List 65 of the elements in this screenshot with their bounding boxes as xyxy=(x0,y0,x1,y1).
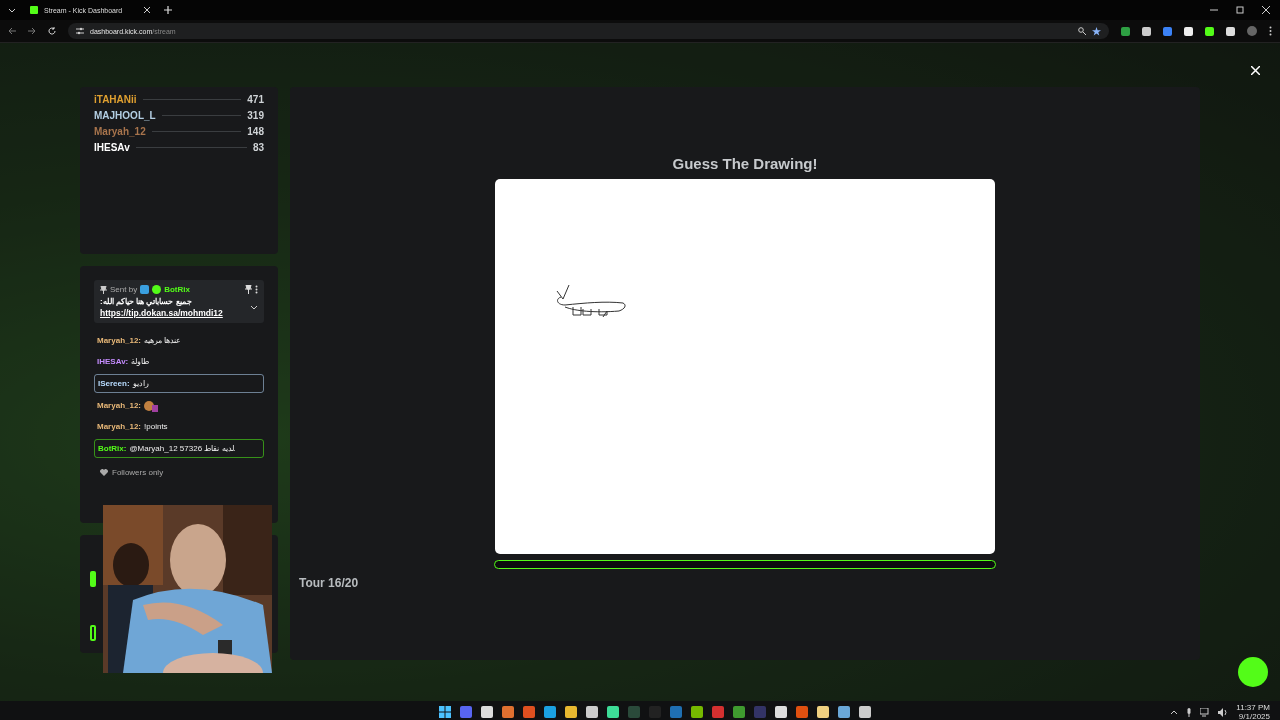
chat-message: Maryah_12: xyxy=(94,397,264,414)
taskbar-app-icon[interactable] xyxy=(775,706,788,718)
game-title: Guess The Drawing! xyxy=(672,155,818,174)
tip-link[interactable]: https://tip.dokan.sa/mohmdi12 xyxy=(100,308,246,318)
site-icon xyxy=(30,6,38,14)
speaker-icon[interactable] xyxy=(1218,707,1229,717)
support-button[interactable] xyxy=(1238,657,1268,687)
player-name: Maryah_12 xyxy=(94,125,146,137)
close-icon[interactable] xyxy=(144,7,150,13)
pinned-text: جمبع حساباتي هنا حياكم الله: xyxy=(100,297,193,306)
player-score: 471 xyxy=(247,93,264,105)
taskbar-app-icon[interactable] xyxy=(607,706,620,718)
pin-icon xyxy=(100,285,107,294)
player-name: iTAHANii xyxy=(94,93,137,105)
close-button[interactable] xyxy=(1251,63,1260,78)
player-score: 83 xyxy=(252,141,264,153)
clock[interactable]: 11:37 PM 9/1/2025 xyxy=(1236,703,1270,720)
extension-icon[interactable] xyxy=(1121,26,1130,36)
taskbar-app-icon[interactable] xyxy=(691,706,704,718)
new-tab-icon[interactable] xyxy=(164,6,172,14)
expand-icon[interactable] xyxy=(250,304,258,311)
forward-icon[interactable] xyxy=(28,27,36,35)
chat-message: Maryah_12: !points xyxy=(96,421,169,433)
sent-by-label: Sent by xyxy=(110,285,138,294)
site-settings-icon[interactable] xyxy=(76,27,84,35)
taskbar-app-icon[interactable] xyxy=(565,706,578,718)
zoom-icon[interactable] xyxy=(1078,27,1086,35)
back-icon[interactable] xyxy=(8,27,16,35)
tray-chevron-icon[interactable] xyxy=(1170,709,1179,715)
more-icon[interactable] xyxy=(255,285,258,294)
minimize-icon[interactable] xyxy=(1210,6,1218,14)
extension-icon[interactable] xyxy=(1184,26,1193,36)
sketch-drawing xyxy=(556,284,626,318)
heart-icon xyxy=(100,469,108,476)
extension-icon[interactable] xyxy=(1142,26,1151,36)
taskbar-app-icon[interactable] xyxy=(586,706,599,718)
taskbar-app-icon[interactable] xyxy=(859,706,872,718)
extension-icon[interactable] xyxy=(1226,26,1235,36)
player-name: MAJHOOL_L xyxy=(94,109,156,121)
taskbar-app-icon[interactable] xyxy=(817,706,830,718)
extension-icon[interactable] xyxy=(1205,26,1214,36)
emote-icon xyxy=(144,399,159,412)
tab-list-icon[interactable] xyxy=(8,6,16,14)
profile-icon[interactable] xyxy=(1247,26,1257,36)
reload-icon[interactable] xyxy=(48,27,56,35)
chat-mode-label: Followers only xyxy=(112,468,164,477)
sender-name: BotRix xyxy=(164,285,190,294)
close-icon[interactable] xyxy=(1262,6,1270,14)
taskbar-app-icon[interactable] xyxy=(481,706,494,718)
round-counter: Tour 16/20 xyxy=(299,576,359,590)
moderator-badge-icon xyxy=(140,285,150,294)
player-name: IHESAv xyxy=(94,141,130,153)
windows-icon[interactable] xyxy=(439,706,452,718)
taskbar-app-icon[interactable] xyxy=(838,706,851,718)
unpin-icon[interactable] xyxy=(245,285,252,294)
menu-icon[interactable] xyxy=(1269,26,1272,36)
verified-badge-icon xyxy=(152,285,162,294)
network-icon[interactable] xyxy=(1200,707,1211,717)
player-score: 148 xyxy=(247,125,264,137)
player-score: 319 xyxy=(247,109,264,121)
taskbar-app-icon[interactable] xyxy=(544,706,557,718)
star-icon[interactable] xyxy=(1092,26,1101,36)
restore-icon[interactable] xyxy=(1236,6,1244,14)
taskbar-app-icon[interactable] xyxy=(502,706,515,718)
microphone-icon[interactable] xyxy=(1186,707,1193,717)
